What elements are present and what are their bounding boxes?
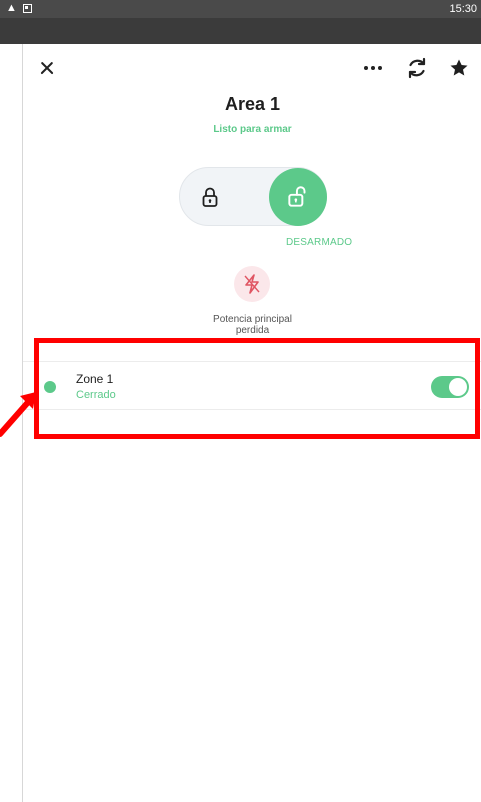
annotation-arrow-icon — [0, 392, 36, 437]
close-icon[interactable] — [35, 56, 59, 80]
area-title: Area 1 — [224, 94, 281, 114]
power-alert-line-2: perdida — [235, 325, 270, 336]
more-options-icon[interactable] — [361, 58, 385, 78]
star-icon[interactable] — [447, 56, 471, 80]
warning-icon: ▲ — [6, 2, 17, 14]
arm-state-label: DESARMADO — [286, 237, 353, 248]
power-alert-line-1: Potencia principal — [213, 314, 292, 325]
status-time: 15:30 — [449, 3, 477, 15]
top-bar — [23, 44, 481, 94]
status-bar: ▲ 15:30 — [0, 0, 481, 18]
lightning-icon — [234, 266, 270, 302]
background-header — [0, 18, 481, 44]
arm-toggle[interactable] — [179, 167, 327, 226]
lock-closed-icon[interactable] — [198, 185, 222, 209]
lock-open-icon[interactable] — [269, 168, 327, 226]
annotation-highlight-box — [34, 338, 480, 439]
area-status: Listo para armar — [213, 124, 292, 135]
power-alert-label: Potencia principal perdida — [23, 314, 481, 336]
refresh-icon[interactable] — [405, 56, 429, 80]
notification-icon — [22, 4, 32, 13]
